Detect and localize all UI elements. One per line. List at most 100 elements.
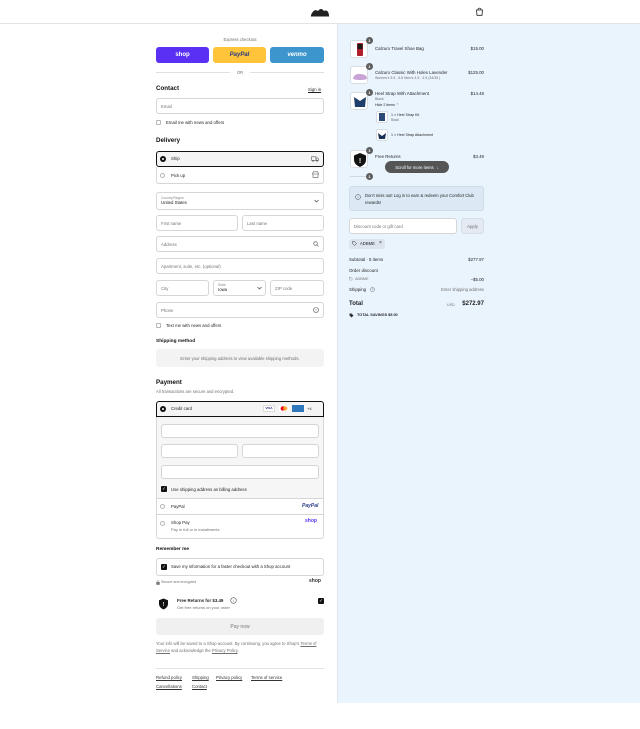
sub-item-variant: Black — [391, 118, 400, 122]
security-code-field[interactable] — [242, 444, 319, 458]
divider-right — [250, 72, 324, 73]
apartment-field[interactable]: Apartment, suite, etc. (optional) — [156, 258, 324, 274]
shop-pay-button[interactable]: shop — [156, 47, 209, 63]
item-quantity-badge: 1 — [366, 173, 373, 180]
search-icon — [313, 241, 319, 247]
credit-card-radio[interactable] — [160, 406, 166, 412]
free-returns-title: Free Returns for $3.49 — [177, 598, 224, 603]
name-on-card-field[interactable] — [161, 465, 319, 479]
contact-link[interactable]: Contact — [192, 684, 207, 689]
lock-icon — [156, 580, 160, 585]
product-image — [350, 92, 368, 110]
truck-icon — [311, 156, 319, 162]
info-icon: i — [355, 194, 361, 200]
city-field[interactable]: City — [156, 280, 209, 296]
item-variant: Black — [375, 97, 384, 101]
terms-of-service-footer-link[interactable]: Terms of service — [251, 675, 282, 680]
privacy-policy-footer-link[interactable]: Privacy policy — [216, 675, 242, 680]
expiration-field[interactable] — [161, 444, 238, 458]
legal-end: . — [237, 647, 239, 653]
refund-policy-link[interactable]: Refund policy — [156, 675, 182, 680]
store-logo[interactable] — [309, 6, 331, 18]
svg-text:?: ? — [315, 308, 317, 312]
bag-icon[interactable] — [475, 7, 484, 16]
arrow-down-icon: ↓ — [436, 164, 439, 170]
shield-icon: ! — [159, 598, 168, 610]
subtotal-label: Subtotal · 5 items — [349, 257, 384, 262]
pay-now-button[interactable]: Pay now — [156, 618, 324, 635]
help-icon[interactable]: ? — [313, 307, 319, 313]
product-image — [350, 66, 368, 84]
remember-me-heading: Remember me — [156, 547, 190, 552]
shop-pay-radio[interactable] — [160, 521, 165, 526]
discount-code-field[interactable]: Discount code or gift card — [349, 218, 457, 234]
text-news-checkbox[interactable] — [156, 323, 161, 328]
item-name: Heel Strap With Attachment — [375, 91, 429, 96]
shop-pay-label: Shop Pay — [171, 520, 190, 525]
legal-text: Your info will be saved to a Shop accoun… — [156, 641, 324, 654]
last-name-field[interactable]: Last name — [242, 215, 324, 231]
privacy-policy-link[interactable]: Privacy Policy — [212, 648, 238, 653]
savings-label: TOTAL SAVINGS — [357, 313, 388, 317]
address-field[interactable]: Address — [156, 236, 324, 252]
sub-item-name: 1 × Heel Strap Attachment — [391, 133, 434, 137]
save-info-label: Save my information for a faster checkou… — [171, 564, 291, 569]
chevron-down-icon — [314, 199, 319, 203]
item-price: $14.48 — [470, 91, 484, 96]
shop-logo: shop — [309, 578, 321, 584]
email-news-checkbox[interactable] — [156, 120, 161, 125]
phone-field[interactable]: Phone — [156, 302, 324, 318]
item-name: Calzuro Travel Shoe Bag — [375, 46, 424, 51]
mastercard-icon — [278, 405, 290, 412]
order-discount-label: Order discount — [349, 268, 378, 273]
free-returns-checkbox[interactable]: ✓ — [318, 598, 324, 604]
total-value: $272.97 — [462, 301, 484, 307]
sign-in-link[interactable]: Sign in — [308, 87, 321, 92]
country-select[interactable]: Country/Region United States — [156, 192, 324, 210]
shipping-method-placeholder: Enter your shipping address to view avai… — [156, 349, 324, 367]
pickup-label: Pick up — [171, 173, 186, 178]
use-shipping-checkbox[interactable]: ✓ — [161, 486, 167, 492]
shipping-method-heading: Shipping method — [156, 339, 196, 344]
footer-divider — [156, 668, 324, 669]
venmo-button[interactable]: venmo — [270, 47, 324, 63]
item-quantity-badge: 1 — [366, 89, 373, 96]
pickup-radio[interactable] — [160, 173, 165, 178]
email-field[interactable]: Email — [156, 98, 324, 114]
order-discount-value: −$5.00 — [470, 277, 484, 282]
hide-items-toggle[interactable]: Hide 2 items ⌃ — [375, 103, 399, 107]
store-icon — [312, 171, 319, 178]
remove-discount-icon[interactable]: × — [379, 240, 382, 246]
email-news-label: Email me with news and offers — [166, 120, 225, 125]
apply-button[interactable]: Apply — [461, 218, 484, 234]
tag-icon — [352, 241, 357, 246]
divider-left — [156, 72, 230, 73]
order-summary-panel — [337, 24, 640, 703]
help-icon[interactable]: ? — [370, 287, 375, 292]
ship-radio[interactable] — [160, 156, 166, 162]
savings-summary: TOTAL SAVINGS $5.00 — [357, 313, 398, 317]
zip-field[interactable]: ZIP code — [270, 280, 324, 296]
item-name: Free Returns — [375, 154, 401, 159]
payment-heading: Payment — [156, 379, 182, 386]
contact-heading: Contact — [156, 85, 180, 92]
paypal-button[interactable]: PayPal — [213, 47, 266, 63]
chevron-up-icon: ⌃ — [395, 103, 399, 107]
tag-icon — [349, 277, 353, 281]
item-price: $125.00 — [468, 70, 484, 75]
scroll-hint-pill[interactable]: Scroll for more items ↓ — [385, 161, 449, 173]
card-number-field[interactable] — [161, 424, 319, 438]
save-info-checkbox[interactable]: ✓ — [161, 564, 167, 570]
ship-option[interactable] — [156, 151, 324, 167]
svg-text:!: ! — [359, 158, 361, 165]
first-name-field[interactable]: First name — [156, 215, 238, 231]
info-icon[interactable]: i — [230, 597, 237, 604]
delivery-heading: Delivery — [156, 137, 181, 144]
paypal-radio[interactable] — [160, 504, 165, 509]
or-divider-label: OR — [236, 70, 244, 75]
shipping-link[interactable]: Shipping — [192, 675, 209, 680]
item-price: $3.49 — [473, 154, 484, 159]
svg-text:i: i — [358, 196, 359, 200]
cancellations-link[interactable]: Cancellations — [156, 684, 182, 689]
item-quantity-badge: 1 — [366, 63, 373, 70]
